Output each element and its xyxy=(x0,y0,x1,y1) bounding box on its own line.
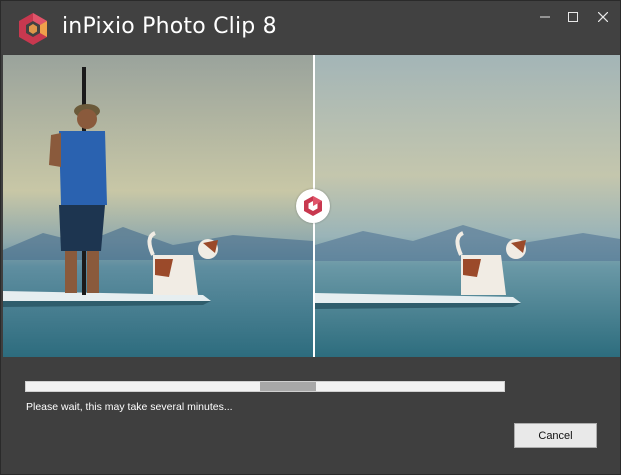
close-icon xyxy=(598,12,608,22)
maximize-button[interactable] xyxy=(559,5,587,29)
close-button[interactable] xyxy=(589,5,617,29)
progress-panel: Please wait, this may take several minut… xyxy=(1,357,620,474)
app-title: inPixio Photo Clip 8 xyxy=(62,14,277,39)
progress-bar xyxy=(25,381,505,392)
before-after-preview[interactable] xyxy=(3,55,620,357)
title-bar[interactable]: inPixio Photo Clip 8 xyxy=(1,1,620,54)
maximize-icon xyxy=(568,12,578,22)
app-window: inPixio Photo Clip 8 Please wait, this m… xyxy=(0,0,621,475)
compare-handle[interactable] xyxy=(296,189,330,223)
minimize-button[interactable] xyxy=(531,5,559,29)
inpixio-logo-icon xyxy=(19,13,47,45)
minimize-icon xyxy=(540,16,550,18)
inpixio-logo-icon xyxy=(304,196,322,216)
cancel-button[interactable]: Cancel xyxy=(514,423,597,448)
progress-indicator xyxy=(260,382,316,391)
status-text: Please wait, this may take several minut… xyxy=(26,401,233,413)
